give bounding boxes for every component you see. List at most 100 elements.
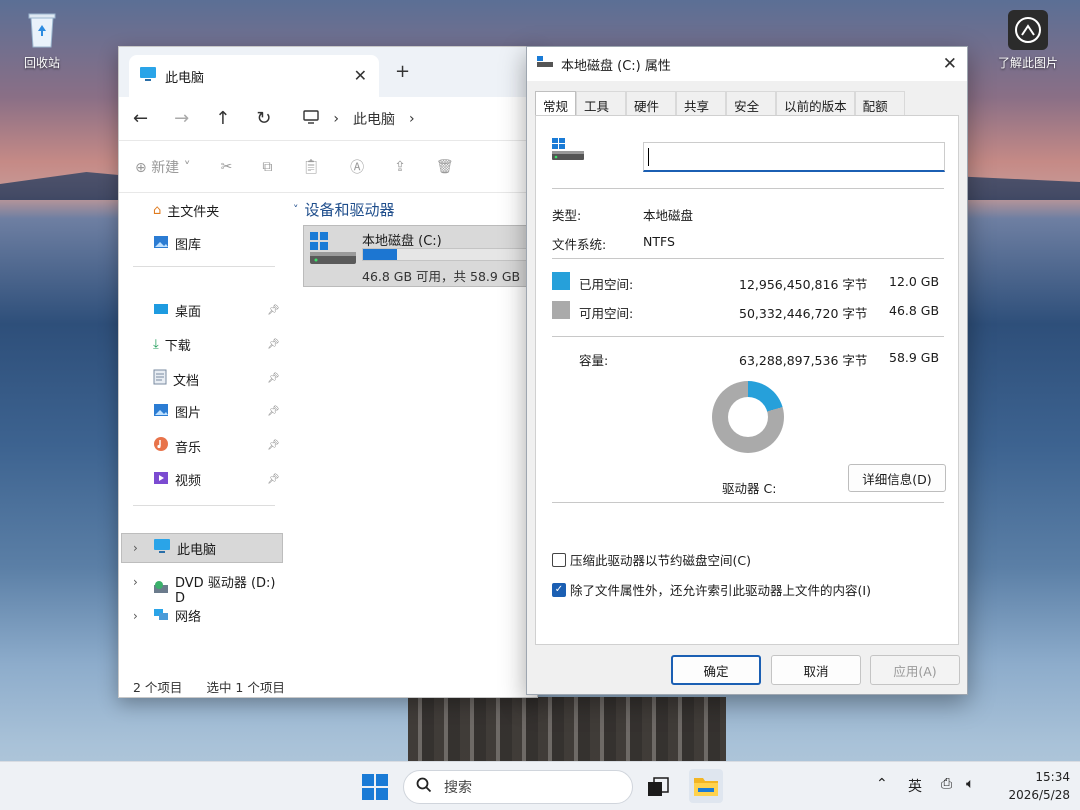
divider	[552, 258, 944, 259]
back-arrow-icon[interactable]: ←	[133, 108, 148, 129]
details-button[interactable]: 详细信息(D)	[848, 464, 946, 492]
gallery-icon	[153, 235, 169, 253]
type-value: 本地磁盘	[643, 208, 694, 223]
windows-logo-tile	[362, 774, 374, 786]
camera-icon	[1008, 10, 1048, 50]
new-tab-button[interactable]: +	[395, 61, 410, 82]
selection-count: 选中 1 个项目	[206, 680, 285, 695]
drive-properties-dialog: 本地磁盘 (C:) 属性 ✕ 常规 工具 硬件 共享 安全 以前的版本 配额 类…	[526, 46, 968, 695]
nav-item-label: 桌面	[175, 305, 202, 320]
drive-caption: 驱动器 C:	[722, 481, 777, 496]
tab-sharing[interactable]: 共享	[676, 91, 727, 115]
capacity-label: 容量:	[579, 353, 609, 368]
used-space-swatch	[552, 272, 570, 290]
divider	[552, 188, 944, 189]
nav-item-documents[interactable]: 文档	[153, 369, 199, 389]
nav-item-dvd-drive[interactable]: DVD 驱动器 (D:) D	[153, 572, 285, 606]
devices-section-header[interactable]: ˅ 设备和驱动器	[293, 199, 395, 220]
dialog-title-bar[interactable]: 本地磁盘 (C:) 属性	[527, 47, 967, 81]
expand-chevron-icon[interactable]: ›	[133, 609, 138, 623]
drive-c-tile[interactable]: 本地磁盘 (C:) 46.8 GB 可用，共 58.9 GB	[303, 225, 537, 287]
checkbox-box[interactable]: ✓	[552, 582, 566, 597]
cancel-button[interactable]: 取消	[771, 655, 861, 685]
search-placeholder: 搜索	[444, 780, 472, 796]
taskbar-search-box[interactable]: 搜索	[403, 770, 633, 804]
cut-icon[interactable]: ✂	[221, 159, 233, 175]
nav-item-desktop[interactable]: 桌面	[153, 301, 201, 320]
nav-item-videos[interactable]: 视频	[153, 470, 201, 489]
address-bar[interactable]: › 此电脑 ›	[303, 109, 415, 129]
delete-icon[interactable]: 🗑︎	[436, 159, 454, 175]
tab-tools[interactable]: 工具	[576, 91, 627, 115]
drive-usage-fill	[363, 249, 398, 260]
disk-usage-donut-chart	[712, 381, 784, 453]
nav-item-label: DVD 驱动器 (D:) D	[175, 576, 276, 606]
tab-previous-versions[interactable]: 以前的版本	[776, 91, 855, 115]
recycle-bin-label: 回收站	[23, 56, 60, 70]
pin-icon[interactable]: 📌︎	[267, 440, 280, 451]
expand-chevron-icon[interactable]: ›	[133, 575, 138, 589]
ok-button[interactable]: 确定	[671, 655, 761, 685]
nav-item-music[interactable]: 音乐	[153, 436, 201, 456]
nav-item-gallery[interactable]: 图库	[153, 234, 201, 253]
copy-icon[interactable]: ⧉	[262, 159, 272, 175]
nav-item-home[interactable]: ⌂ 主文件夹	[153, 201, 219, 220]
up-arrow-icon[interactable]: ↑	[215, 108, 230, 129]
learn-picture-shortcut[interactable]: 了解此图片	[993, 10, 1063, 71]
input-method-indicator[interactable]: 英	[908, 776, 922, 796]
drive-small-icon	[537, 56, 553, 72]
paste-icon[interactable]: 📋︎	[302, 159, 320, 175]
compress-drive-checkbox[interactable]: 压缩此驱动器以节约磁盘空间(C)	[552, 550, 751, 569]
tray-overflow-chevron-icon[interactable]: ⌃	[876, 776, 888, 792]
windows-logo-tile	[376, 774, 388, 786]
nav-item-downloads[interactable]: ⤓ 下载	[153, 335, 191, 354]
chevron-right-icon: ›	[408, 110, 415, 127]
tab-security[interactable]: 安全	[726, 91, 777, 115]
recycle-bin-shortcut[interactable]: 回收站	[7, 10, 77, 71]
clock-date: 2026/5/28	[1008, 788, 1070, 802]
tab-this-pc[interactable]: 此电脑 ✕	[129, 55, 379, 97]
filesystem-label: 文件系统:	[552, 237, 607, 252]
dialog-close-button[interactable]: ✕	[943, 54, 957, 74]
nav-item-label: 文档	[173, 373, 200, 389]
apply-button[interactable]: 应用(A)	[870, 655, 960, 685]
taskbar-clock[interactable]: 15:34 2026/5/28	[1006, 768, 1070, 804]
file-explorer-taskbar-icon[interactable]	[689, 769, 723, 803]
pin-icon[interactable]: 📌︎	[267, 339, 280, 350]
checkbox-box[interactable]	[552, 552, 566, 567]
nav-item-network[interactable]: 网络	[153, 606, 201, 625]
tab-quota[interactable]: 配额	[854, 91, 905, 115]
device-status-icon[interactable]: ⎙	[941, 776, 952, 792]
donut-center	[728, 397, 768, 437]
share-icon[interactable]: ⇪	[394, 159, 406, 175]
tab-general[interactable]: 常规	[535, 91, 577, 115]
rename-icon[interactable]: Ⓐ	[350, 157, 364, 177]
picture-icon	[153, 403, 169, 421]
nav-item-label: 下载	[164, 339, 191, 354]
dialog-tabs: 常规 工具 硬件 共享 安全 以前的版本 配额	[535, 91, 905, 115]
forward-arrow-icon[interactable]: →	[174, 108, 189, 129]
monitor-outline-icon	[303, 109, 320, 128]
start-button[interactable]	[362, 774, 388, 800]
volume-label-input[interactable]	[643, 142, 945, 172]
task-view-icon[interactable]	[643, 772, 673, 802]
free-space-label: 可用空间:	[579, 306, 634, 321]
refresh-icon[interactable]: ↻	[256, 108, 271, 129]
tab-hardware[interactable]: 硬件	[626, 91, 677, 115]
new-button[interactable]: ⊕ 新建 ˅	[135, 157, 191, 177]
chevron-down-icon: ˅	[293, 203, 299, 216]
index-contents-checkbox[interactable]: ✓ 除了文件属性外，还允许索引此驱动器上文件的内容(I)	[552, 580, 871, 599]
dvd-drive-icon	[153, 580, 169, 598]
address-crumb[interactable]: 此电脑	[353, 109, 395, 129]
pin-icon[interactable]: 📌︎	[267, 305, 280, 316]
used-space-gb: 12.0 GB	[889, 274, 940, 289]
pin-icon[interactable]: 📌︎	[267, 474, 280, 485]
close-tab-button[interactable]: ✕	[354, 66, 367, 85]
pin-icon[interactable]: 📌︎	[267, 406, 280, 417]
nav-item-pictures[interactable]: 图片	[153, 402, 201, 421]
nav-item-this-pc[interactable]: 此电脑	[153, 538, 216, 558]
expand-chevron-icon[interactable]: ›	[133, 541, 138, 555]
pin-icon[interactable]: 📌︎	[267, 373, 280, 384]
nav-item-label: 图库	[175, 238, 202, 253]
volume-icon[interactable]: 🔈︎	[966, 776, 974, 792]
